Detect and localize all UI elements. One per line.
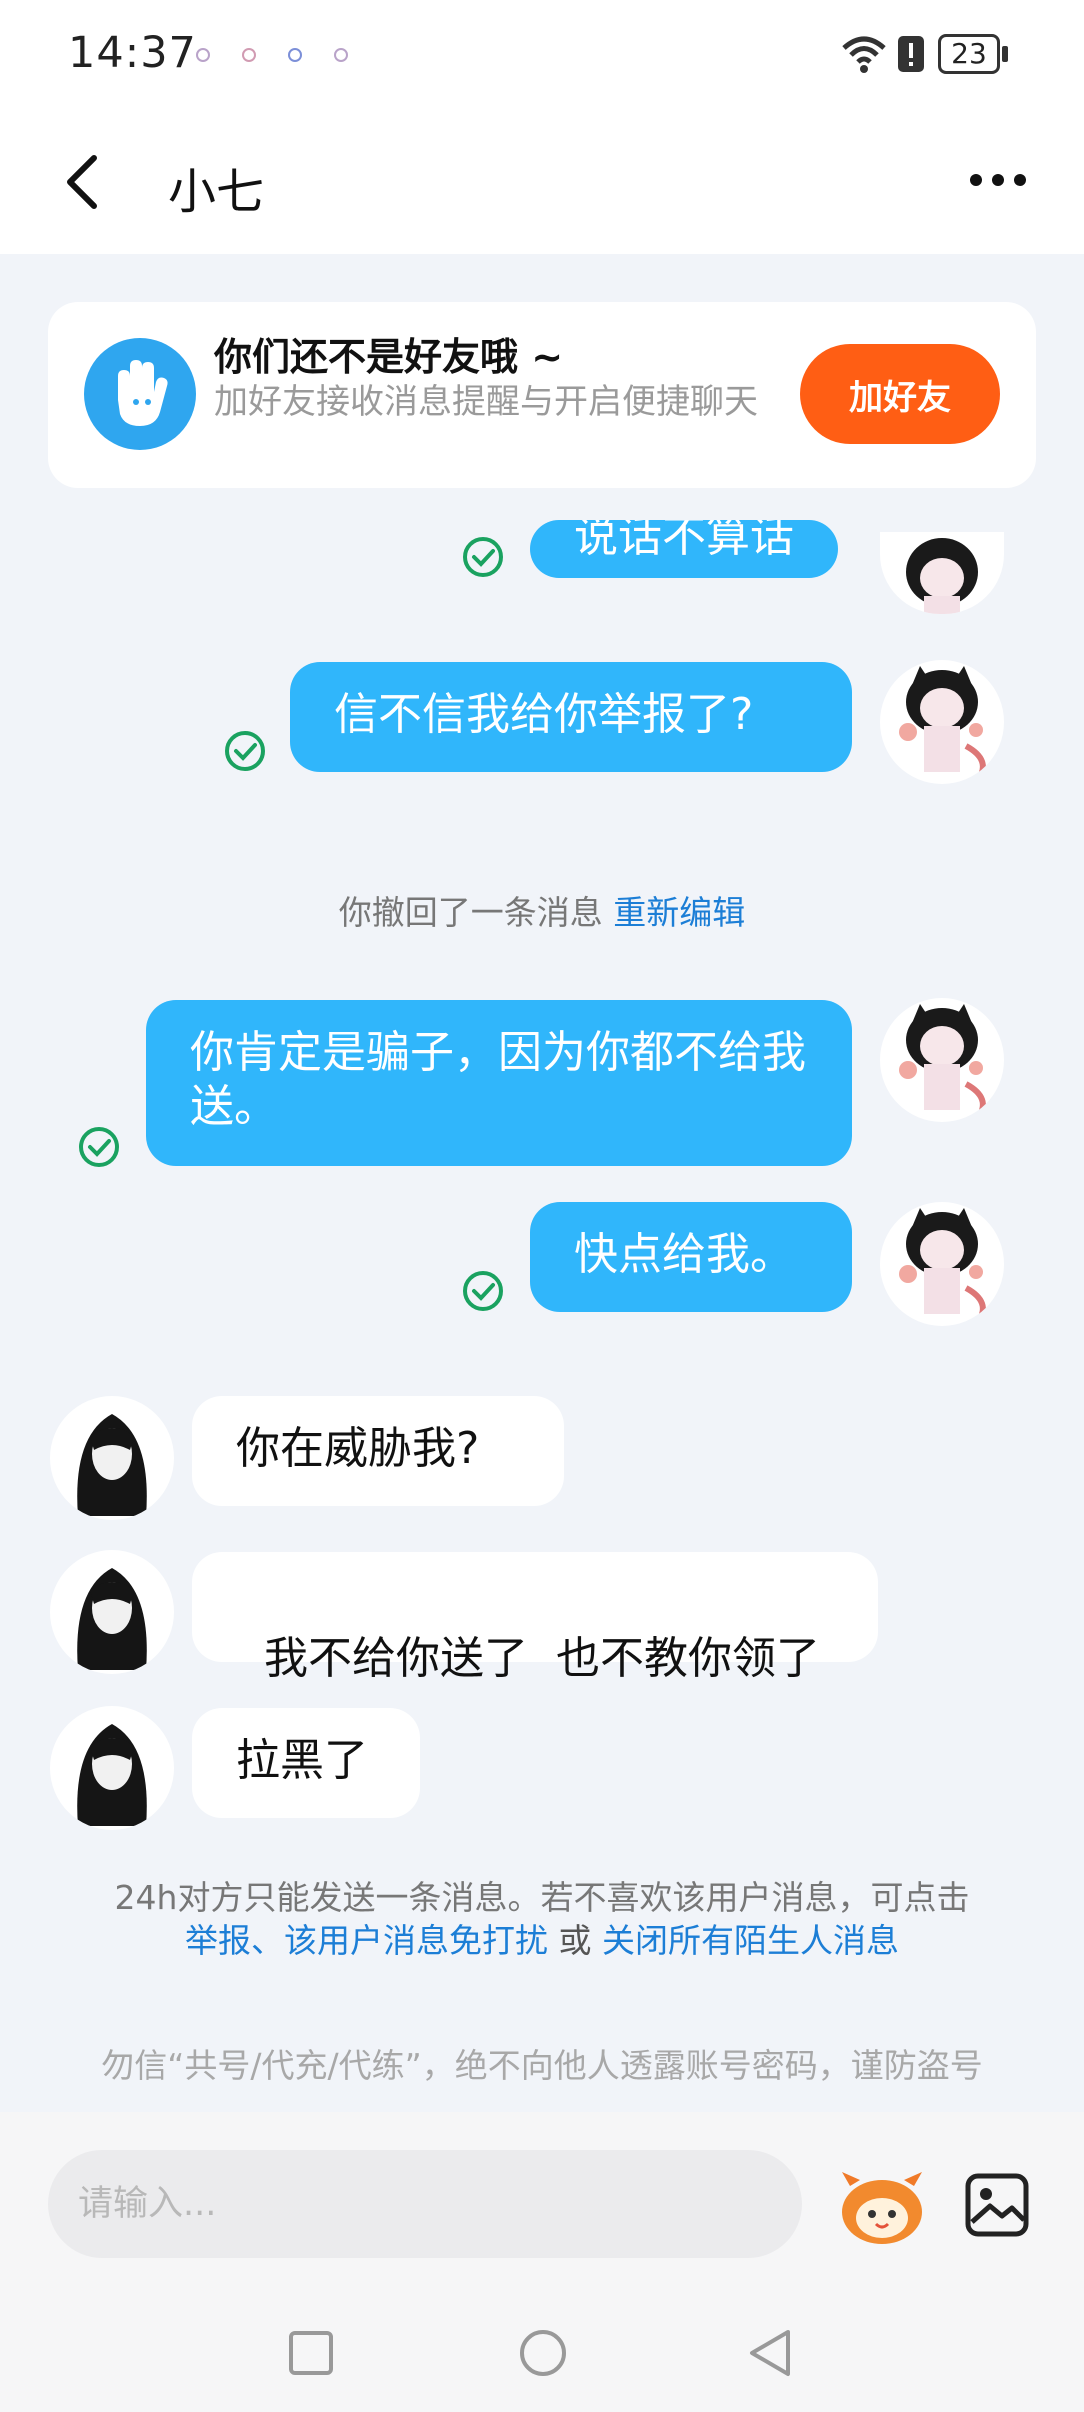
message-text: 说话不算话 bbox=[574, 520, 794, 562]
battery-icon: 23 bbox=[938, 34, 1000, 74]
report-link[interactable]: 举报 bbox=[185, 1921, 251, 1960]
image-icon[interactable] bbox=[964, 2172, 1030, 2238]
recent-apps-icon[interactable] bbox=[288, 2330, 334, 2376]
re-edit-link[interactable]: 重新编辑 bbox=[613, 893, 745, 932]
close-stranger-messages-link[interactable]: 关闭所有陌生人消息 bbox=[602, 1921, 899, 1960]
my-message-bubble[interactable]: 快点给我。 bbox=[530, 1202, 852, 1312]
read-check-icon bbox=[463, 537, 503, 577]
contact-message-bubble[interactable]: 你在威胁我? bbox=[192, 1396, 564, 1506]
contact-avatar[interactable] bbox=[50, 1396, 174, 1520]
recall-text: 你撤回了一条消息 bbox=[338, 893, 603, 932]
recall-notice: 你撤回了一条消息 重新编辑 bbox=[0, 886, 1084, 934]
message-text: 你在威胁我? bbox=[236, 1423, 480, 1474]
my-avatar[interactable] bbox=[880, 660, 1004, 784]
battery-tip bbox=[1002, 46, 1008, 62]
back-icon[interactable] bbox=[62, 154, 102, 210]
read-check-icon bbox=[79, 1127, 119, 1167]
banner-title: 你们还不是好友哦 ~ bbox=[214, 335, 564, 379]
my-avatar[interactable] bbox=[880, 998, 1004, 1122]
wave-hand-icon bbox=[84, 338, 196, 450]
notice-text: 24h对方只能发送一条消息。若不喜欢该用户消息，可点击 bbox=[114, 1878, 970, 1917]
chat-title: 小七 bbox=[168, 164, 265, 220]
my-avatar[interactable] bbox=[880, 532, 1004, 614]
message-text: 快点给我。 bbox=[574, 1229, 794, 1280]
my-message-bubble[interactable]: 你肯定是骗子，因为你都不给我送。 bbox=[146, 1000, 852, 1166]
banner-subtitle: 加好友接收消息提醒与开启便捷聊天 bbox=[214, 382, 758, 422]
contact-message-bubble[interactable]: 我不给你送了 也不教你领了 bbox=[192, 1552, 878, 1684]
add-friend-button[interactable]: 加好友 bbox=[800, 344, 1000, 444]
message-text: 你肯定是骗子，因为你都不给我送。 bbox=[190, 1027, 806, 1132]
status-bar: 14:37 23 bbox=[0, 0, 1084, 112]
message-text: 我不给你送了 也不教你领了 bbox=[263, 1633, 820, 1684]
read-check-icon bbox=[463, 1271, 503, 1311]
message-text: 拉黑了 bbox=[236, 1735, 368, 1786]
notification-icon bbox=[288, 48, 302, 62]
chat-header bbox=[0, 112, 1084, 254]
home-icon[interactable] bbox=[518, 2328, 568, 2378]
status-time: 14:37 bbox=[68, 28, 197, 78]
battery-level: 23 bbox=[951, 37, 987, 70]
alert-icon bbox=[898, 36, 924, 72]
message-input[interactable] bbox=[48, 2150, 802, 2258]
read-check-icon bbox=[225, 731, 265, 771]
emoji-sticker-icon[interactable] bbox=[836, 2168, 928, 2248]
message-text: 信不信我给你举报了? bbox=[334, 689, 754, 740]
notification-icon bbox=[196, 48, 210, 62]
mute-user-link[interactable]: 该用户消息免打扰 bbox=[284, 1921, 548, 1960]
my-message-bubble[interactable]: 说话不算话 bbox=[530, 520, 838, 578]
contact-avatar[interactable] bbox=[50, 1550, 174, 1674]
contact-message-bubble[interactable]: 拉黑了 bbox=[192, 1708, 420, 1818]
contact-avatar[interactable] bbox=[50, 1706, 174, 1830]
notification-icon bbox=[334, 48, 348, 62]
more-icon[interactable] bbox=[968, 168, 1028, 192]
my-avatar[interactable] bbox=[880, 1202, 1004, 1326]
security-warning: 勿信“共号/代充/代练”，绝不向他人透露账号密码，谨防盗号 bbox=[101, 2046, 983, 2085]
wifi-icon bbox=[842, 36, 886, 73]
notification-icon bbox=[242, 48, 256, 62]
back-nav-icon[interactable] bbox=[746, 2328, 794, 2378]
stranger-notice: 24h对方只能发送一条消息。若不喜欢该用户消息，可点击 举报、该用户消息免打扰 … bbox=[40, 1876, 1044, 1962]
or-text: 或 bbox=[548, 1921, 602, 1960]
my-message-bubble[interactable]: 信不信我给你举报了? bbox=[290, 662, 852, 772]
separator: 、 bbox=[251, 1921, 284, 1960]
